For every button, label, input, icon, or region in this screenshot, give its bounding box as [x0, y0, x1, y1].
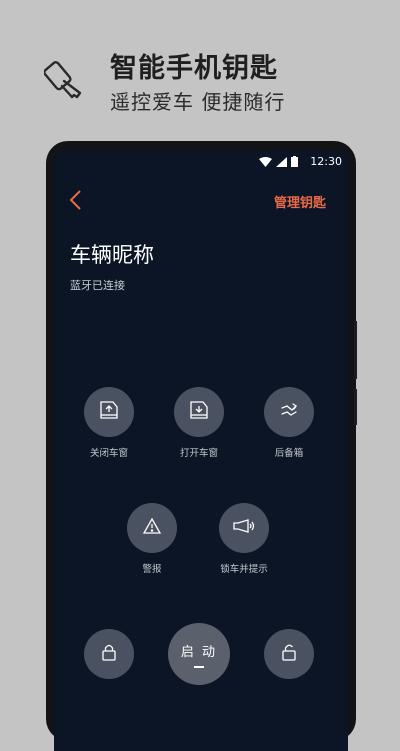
warning-icon: [142, 517, 162, 539]
close-window-control[interactable]: 关闭车窗: [69, 387, 149, 459]
lock-button[interactable]: [84, 629, 134, 679]
car-key-icon: [43, 56, 90, 102]
status-bar: 12:30: [54, 151, 348, 173]
signal-icon: [276, 156, 287, 170]
open-window-control[interactable]: 打开车窗: [159, 387, 239, 459]
close-window-button[interactable]: [84, 387, 134, 437]
lock-control[interactable]: [69, 629, 149, 679]
trunk-control[interactable]: 后备箱: [249, 387, 329, 459]
window-open-icon: [188, 400, 210, 424]
unlock-control[interactable]: [249, 629, 329, 679]
control-label: 打开车窗: [179, 448, 218, 459]
lock-notify-control[interactable]: 锁车并提示: [204, 503, 284, 575]
bluetooth-status: 蓝牙已连接: [70, 279, 125, 292]
start-indicator: [194, 665, 204, 668]
app-screen: 12:30 管理钥匙 车辆昵称 蓝牙已连接 关闭车窗 打开车窗 后备箱 警报 锁…: [54, 151, 348, 751]
trunk-button[interactable]: [264, 387, 314, 437]
control-label: 后备箱: [274, 448, 304, 459]
start-control[interactable]: 启 动: [159, 623, 239, 685]
alarm-control[interactable]: 警报: [112, 503, 192, 575]
manage-keys-button[interactable]: 管理钥匙: [274, 192, 326, 211]
window-close-icon: [98, 400, 120, 424]
alarm-button[interactable]: [127, 503, 177, 553]
status-time: 12:30: [310, 155, 342, 168]
phone-side-button: [354, 321, 357, 379]
phone-side-button: [354, 389, 357, 425]
lock-notify-button[interactable]: [219, 503, 269, 553]
control-label: 锁车并提示: [220, 564, 268, 575]
trunk-icon: [278, 400, 300, 424]
start-label: 启 动: [180, 644, 218, 660]
control-label: 警报: [142, 564, 162, 575]
start-button[interactable]: 启 动: [168, 623, 230, 685]
control-label: 关闭车窗: [89, 448, 128, 459]
battery-icon: [291, 156, 298, 170]
promo-title: 智能手机钥匙: [110, 53, 278, 84]
chevron-left-icon[interactable]: [68, 189, 84, 211]
vehicle-name: 车辆昵称: [70, 243, 154, 267]
horn-icon: [232, 518, 256, 538]
unlock-icon: [281, 642, 297, 666]
promo-subtitle: 遥控爱车 便捷随行: [110, 90, 286, 114]
lock-icon: [101, 642, 117, 666]
wifi-icon: [259, 156, 272, 170]
unlock-button[interactable]: [264, 629, 314, 679]
open-window-button[interactable]: [174, 387, 224, 437]
